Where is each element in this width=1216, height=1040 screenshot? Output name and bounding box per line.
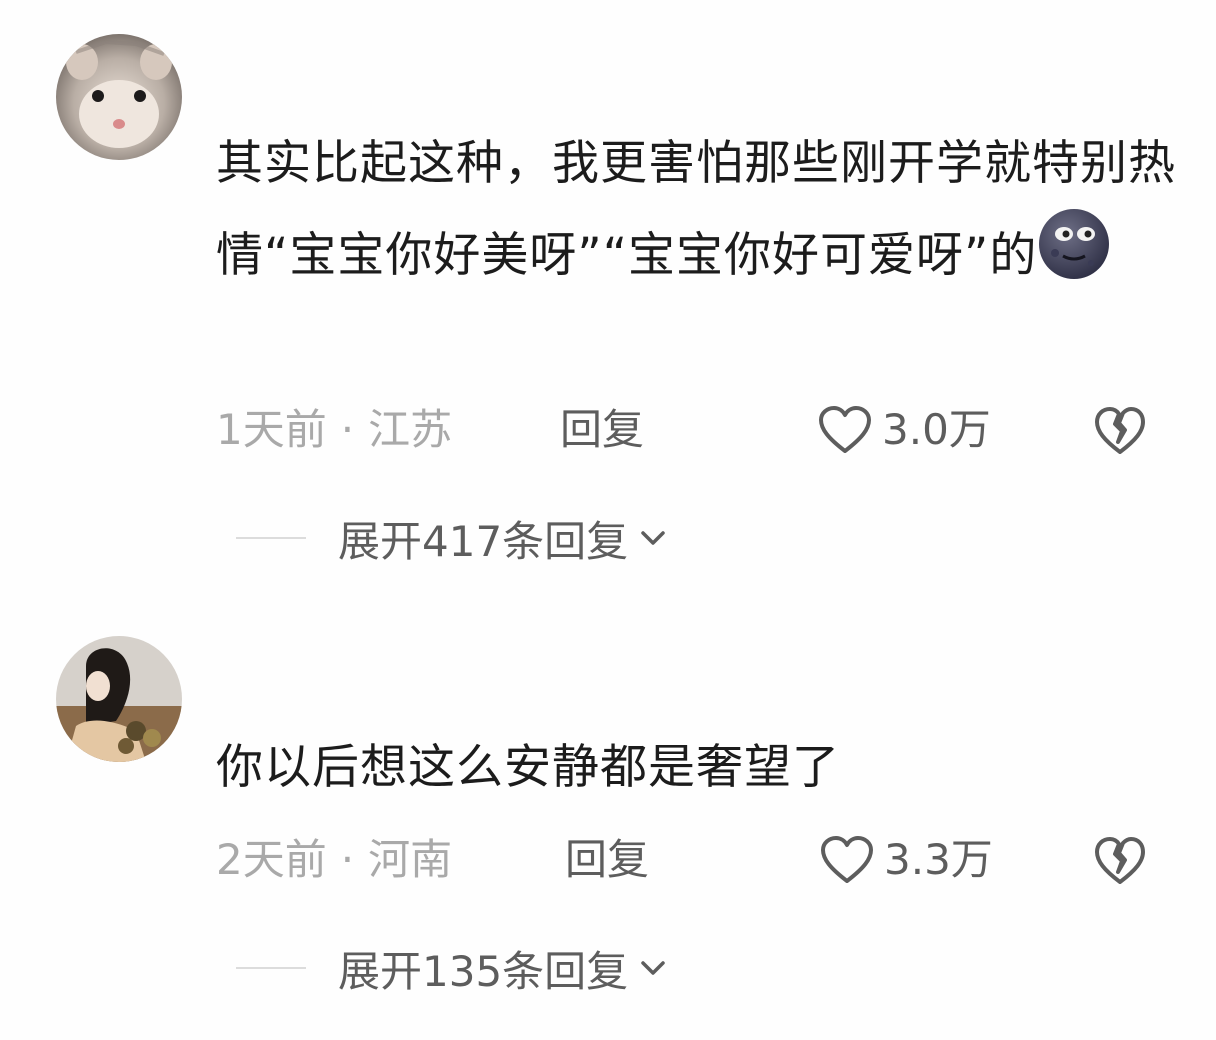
expand-replies-button[interactable]: 展开417条回复 <box>236 508 668 568</box>
girl-avatar-image <box>56 636 182 762</box>
separator-dot: · <box>340 835 355 884</box>
hamster-avatar-image <box>56 34 182 160</box>
divider-line <box>236 537 306 539</box>
separator-dot: · <box>340 405 355 454</box>
comment-meta: 2天前 · 河南 <box>216 830 452 890</box>
comment-item: 其实比起这种，我更害怕那些刚开学就特别热情“宝宝你好美呀”“宝宝你好可爱呀”的 … <box>0 0 1216 600</box>
heart-icon <box>821 836 873 883</box>
comment-meta: 1天前 · 江苏 <box>216 400 452 460</box>
comment-text: 你以后想这么安静都是奢望了 <box>216 724 1176 811</box>
comment-time: 2天前 <box>216 835 327 884</box>
avatar[interactable] <box>56 636 182 762</box>
chevron-down-icon <box>641 531 665 545</box>
like-count: 3.3万 <box>884 835 993 884</box>
expand-replies-label: 展开417条回复 <box>338 516 629 566</box>
divider-line <box>236 967 306 969</box>
reply-button[interactable]: 回复 <box>565 830 649 890</box>
comment-time: 1天前 <box>216 405 327 454</box>
comment-text-content: 其实比起这种，我更害怕那些刚开学就特别热情“宝宝你好美呀”“宝宝你好可爱呀”的 <box>216 136 1176 283</box>
comment-text: 其实比起这种，我更害怕那些刚开学就特别热情“宝宝你好美呀”“宝宝你好可爱呀”的 <box>216 120 1176 299</box>
like-count: 3.0万 <box>882 405 991 454</box>
expand-replies-label: 展开135条回复 <box>338 946 629 996</box>
comment-item: 你以后想这么安静都是奢望了 2天前 · 河南 回复 3.3万 展开135条回复 <box>0 620 1216 1040</box>
expand-replies-button[interactable]: 展开135条回复 <box>236 938 668 998</box>
chevron-down-icon <box>641 961 665 975</box>
broken-heart-icon[interactable] <box>1092 832 1148 888</box>
broken-heart-icon[interactable] <box>1092 402 1148 458</box>
avatar[interactable] <box>56 34 182 160</box>
new-moon-face-icon <box>1039 209 1110 279</box>
comment-location: 江苏 <box>368 405 453 454</box>
heart-icon <box>819 406 871 453</box>
reply-button[interactable]: 回复 <box>560 400 644 460</box>
comment-location: 河南 <box>368 835 453 884</box>
comment-text-content: 你以后想这么安静都是奢望了 <box>216 740 840 795</box>
like-button[interactable]: 3.0万 <box>818 400 991 460</box>
like-button[interactable]: 3.3万 <box>820 830 993 890</box>
